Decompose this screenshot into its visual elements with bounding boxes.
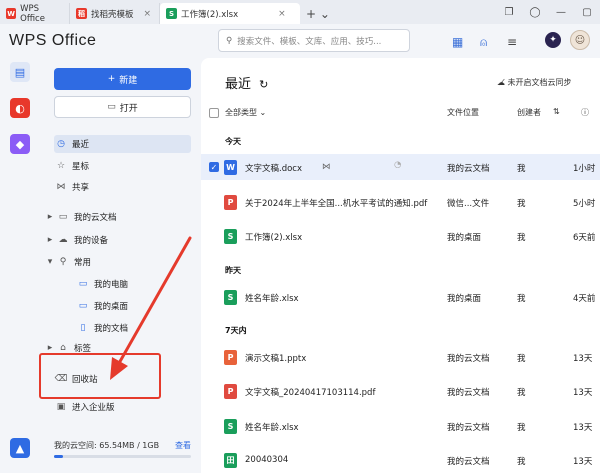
nav-panel: + 新建 ▭ 打开 ◷ 最近 ☆ 星标 ⋈ 共享 ▸ ▭ 我的云文档 ▸ ☁ 我的设备 ▾…: [40, 58, 201, 473]
file-row[interactable]: P 关于2024年上半年全国...机水平考试的通知.pdf 微信...文件 我 …: [201, 189, 600, 215]
main-panel: 最近 ↻ ☁̸ 未开启文档云同步 全部类型 ⌄ 文件位置 创建者 ⇅ ⓘ 今天 …: [201, 58, 600, 473]
info-icon[interactable]: ⓘ: [581, 107, 589, 118]
cloud-icon: ☁: [58, 235, 68, 245]
storage-fill: [54, 455, 63, 458]
close-icon[interactable]: ×: [144, 9, 152, 19]
file-row[interactable]: P 演示文稿1.pptx 我的云文档 我 13天: [201, 344, 600, 370]
ai-icon[interactable]: ✦: [545, 32, 561, 48]
file-row[interactable]: 田 20040304 我的云文档 我 13天: [201, 447, 600, 473]
page-title: 最近 ↻: [225, 77, 269, 92]
sheet-file-icon: S: [224, 229, 237, 244]
apps-rail-icon[interactable]: ◆: [10, 134, 30, 154]
select-all-checkbox[interactable]: [209, 108, 219, 118]
star-icon: ☆: [56, 161, 66, 171]
tab-workbook[interactable]: S 工作簿(2).xlsx ×: [160, 3, 300, 24]
nav-item-my-devices[interactable]: ▸ ☁ 我的设备: [46, 231, 183, 249]
chevron-right-icon: ▸: [47, 343, 53, 353]
ppt-file-icon: P: [224, 350, 237, 365]
group-yesterday: 昨天: [225, 266, 241, 275]
nav-item-shared[interactable]: ⋈ 共享: [54, 178, 191, 196]
refresh-icon[interactable]: ↻: [259, 78, 268, 91]
nav-item-my-computer[interactable]: ▭ 我的电脑: [76, 275, 191, 293]
file-row[interactable]: S 姓名年龄.xlsx 我的桌面 我 4天前: [201, 284, 600, 310]
nav-item-common[interactable]: ▾ ⚲ 常用: [46, 253, 183, 271]
skin-icon[interactable]: ◯: [522, 7, 548, 18]
file-row[interactable]: P 文字文稿_20240417103114.pdf 我的云文档 我 13天: [201, 378, 600, 404]
apps-grid-icon[interactable]: ▦: [452, 35, 463, 49]
chevron-right-icon: ▸: [47, 235, 53, 245]
file-row[interactable]: S 工作簿(2).xlsx 我的桌面 我 6天前: [201, 223, 600, 249]
tag-icon: ⌂: [60, 343, 66, 353]
nav-item-recent[interactable]: ◷ 最近: [54, 135, 191, 153]
share-icon[interactable]: ⋈: [322, 162, 331, 172]
open-button[interactable]: ▭ 打开: [54, 96, 191, 118]
desktop-icon: ▭: [78, 301, 88, 311]
pin-icon: ⚲: [59, 257, 67, 267]
tab-bar: W WPS Office 稻 找稻壳模板 × S 工作簿(2).xlsx × +…: [0, 0, 600, 24]
share-icon: ⋈: [56, 182, 66, 192]
close-icon[interactable]: ×: [278, 9, 286, 19]
brand-logo: WPS Office: [9, 32, 97, 49]
storage-info: 我的云空间: 65.54MB / 1GB 查看: [54, 440, 191, 451]
highlight-box: [39, 353, 161, 399]
plus-icon: +: [107, 74, 116, 84]
table-file-icon: 田: [224, 453, 237, 468]
storage-view-link[interactable]: 查看: [175, 440, 191, 451]
search-input[interactable]: ⚲ 搜索文件、模板、文库、应用、技巧...: [218, 29, 410, 52]
wps-logo-icon: W: [6, 8, 17, 19]
word-file-icon: W: [224, 160, 237, 175]
search-icon: ⚲: [226, 35, 233, 46]
enterprise-icon: ▣: [56, 402, 66, 412]
nav-item-enterprise[interactable]: ▣ 进入企业版: [54, 398, 191, 416]
restore-tabs-icon[interactable]: ❐: [496, 7, 522, 18]
folder-icon: ▭: [107, 102, 116, 112]
wps-window: W WPS Office 稻 找稻壳模板 × S 工作簿(2).xlsx × +…: [0, 0, 600, 473]
storage-bar: [54, 455, 191, 458]
minimize-icon[interactable]: —: [548, 7, 574, 18]
type-filter[interactable]: 全部类型 ⌄: [225, 107, 266, 118]
nav-item-my-desktop[interactable]: ▭ 我的桌面: [76, 297, 191, 315]
nav-item-starred[interactable]: ☆ 星标: [54, 157, 191, 175]
chevron-down-icon: ▾: [47, 257, 53, 267]
computer-icon: ▭: [78, 279, 88, 289]
sort-icon[interactable]: ⇅: [553, 107, 560, 116]
new-button[interactable]: + 新建: [54, 68, 191, 90]
maximize-icon[interactable]: ▢: [574, 7, 600, 18]
sync-status[interactable]: ☁̸ 未开启文档云同步: [497, 77, 572, 88]
menu-icon[interactable]: ≡: [507, 35, 517, 49]
sheet-file-icon: S: [224, 290, 237, 305]
nav-item-cloud-docs[interactable]: ▸ ▭ 我的云文档: [46, 208, 183, 226]
sheet-icon: S: [166, 8, 177, 19]
file-row[interactable]: ✓ W 文字文稿.docx ⋈ ◔ 我的云文档 我 1小时: [201, 154, 600, 180]
collaborate-icon[interactable]: ◔: [394, 160, 401, 170]
nav-item-my-documents[interactable]: ▯ 我的文档: [76, 319, 191, 337]
row-checkbox[interactable]: ✓: [209, 162, 219, 172]
docer-rail-icon[interactable]: ◐: [10, 98, 30, 118]
header: WPS Office ⚲ 搜索文件、模板、文库、应用、技巧... ▦ ⍝ ≡ ✦…: [0, 24, 600, 58]
docs-home-icon[interactable]: ▤: [10, 62, 30, 82]
headset-icon[interactable]: ⍝: [480, 35, 487, 50]
new-tab-icon[interactable]: + ⌄: [300, 3, 336, 24]
pdf-file-icon: P: [224, 384, 237, 399]
pdf-file-icon: P: [224, 195, 237, 210]
group-today: 今天: [225, 137, 241, 146]
tab-docer[interactable]: 稻 找稻壳模板 ×: [70, 3, 160, 24]
left-rail: ▤ ◐ ◆ ▲: [0, 58, 40, 473]
docer-icon: 稻: [76, 8, 87, 19]
sheet-file-icon: S: [224, 419, 237, 434]
column-location: 文件位置: [447, 108, 479, 117]
document-icon: ▯: [80, 323, 86, 333]
file-row[interactable]: S 姓名年龄.xlsx 我的云文档 我 13天: [201, 413, 600, 439]
clock-icon: ◷: [57, 139, 65, 149]
window-controls: ❐ ◯ — ▢: [496, 0, 600, 24]
column-owner: 创建者: [517, 108, 541, 117]
avatar[interactable]: ☺: [570, 30, 590, 50]
cloud-off-icon: ☁̸: [497, 78, 505, 87]
group-7days: 7天内: [225, 326, 247, 335]
cloud-rail-icon[interactable]: ▲: [10, 438, 30, 458]
tab-wps-office[interactable]: W WPS Office: [0, 3, 70, 24]
chevron-right-icon: ▸: [47, 212, 53, 222]
folder-icon: ▭: [58, 212, 68, 222]
chevron-down-icon: ⌄: [259, 108, 267, 117]
